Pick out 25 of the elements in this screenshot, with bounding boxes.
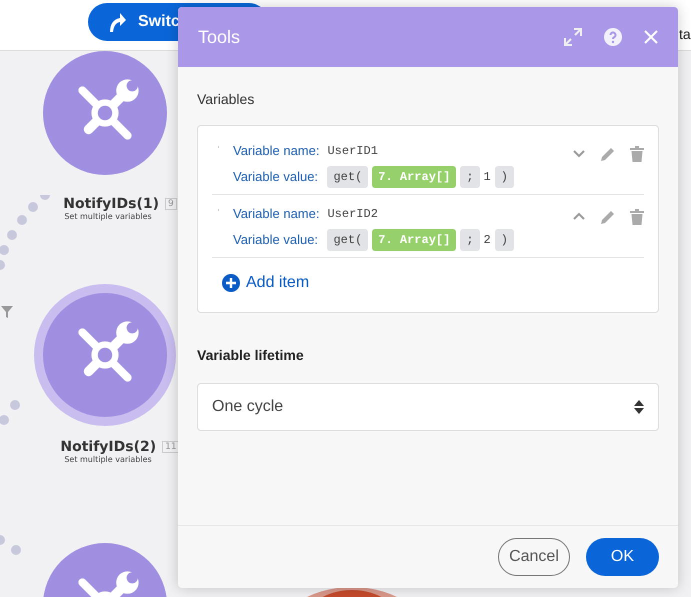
field-label: Variable value: <box>233 168 320 186</box>
function-pill: get( <box>327 166 368 188</box>
module-subtitle: Set multiple variables <box>64 455 152 464</box>
function-pill: ; <box>460 229 480 251</box>
section-label: Variable lifetime <box>197 347 305 363</box>
variable-name: UserID1 <box>327 143 379 160</box>
field-label: Variable value: <box>233 231 320 249</box>
reference-pill: 7. Array[] <box>372 229 456 251</box>
function-pill: get( <box>327 229 368 251</box>
field-label: Variable name: <box>233 142 320 160</box>
value-text: 2 <box>484 232 491 249</box>
module-badge: 9 <box>165 198 177 210</box>
field-label: Variable name: <box>233 205 320 223</box>
reference-pill: 7. Array[] <box>372 166 456 188</box>
module-name: NotifyIDs(1) <box>63 196 159 212</box>
variable-name: UserID2 <box>327 206 379 223</box>
module-subtitle: Set multiple variables <box>64 212 152 221</box>
function-pill: ) <box>494 229 514 251</box>
function-pill: ; <box>460 166 480 188</box>
value-text: 1 <box>484 169 491 186</box>
module-name: NotifyIDs(2) <box>60 439 156 455</box>
section-label: Variables <box>197 91 256 107</box>
function-pill: ) <box>494 166 514 188</box>
dialog-title: Tools <box>198 26 242 48</box>
toolbar-text: ta <box>679 26 691 42</box>
